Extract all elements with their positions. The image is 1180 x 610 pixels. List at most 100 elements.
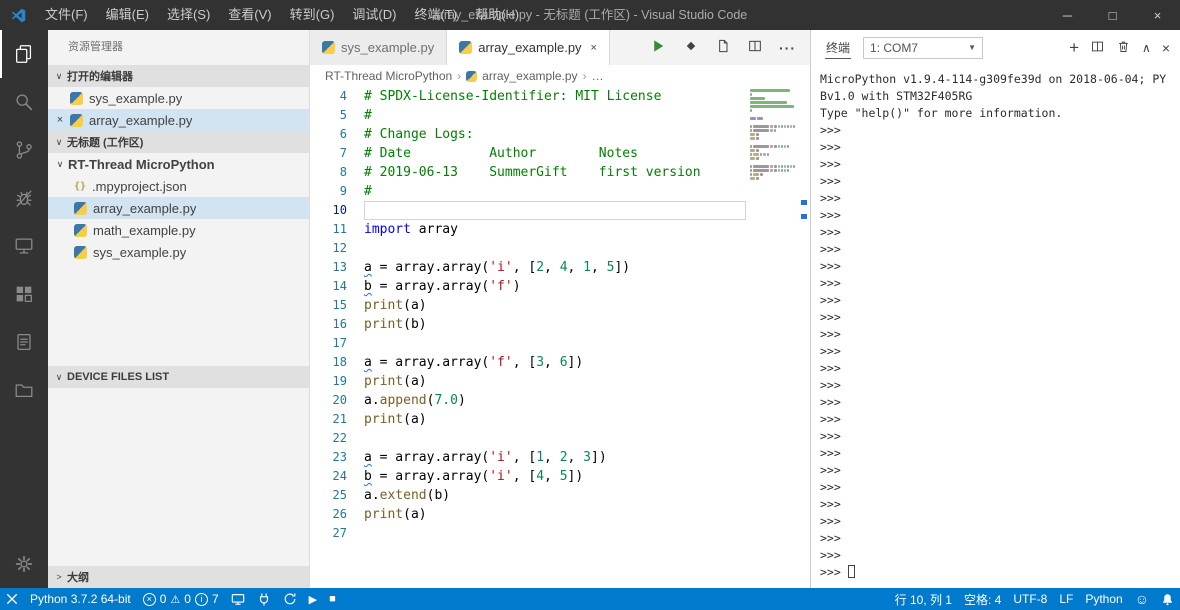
document-icon[interactable] <box>715 38 731 57</box>
code-line[interactable]: 10 <box>310 201 810 220</box>
breadcrumb-file[interactable]: array_example.py <box>482 69 577 83</box>
open-editors-label: 打开的编辑器 <box>67 71 133 83</box>
breadcrumb-more[interactable]: … <box>592 69 604 83</box>
close-button[interactable]: × <box>1135 0 1180 30</box>
plug-icon[interactable] <box>251 588 277 610</box>
close-icon[interactable]: × <box>591 42 597 54</box>
code-line[interactable]: 5 # <box>310 106 810 125</box>
problems-status[interactable]: × 0 ⚠ 0 i 7 <box>137 588 225 610</box>
python-file-icon <box>459 41 473 54</box>
code-line[interactable]: 17 <box>310 334 810 353</box>
indentation[interactable]: 空格: 4 <box>958 588 1007 610</box>
tools-icon[interactable] <box>0 588 24 610</box>
code-line[interactable]: 23 a = array.array('i', [1, 2, 3]) <box>310 448 810 467</box>
device-monitor-icon[interactable] <box>0 222 48 270</box>
eol[interactable]: LF <box>1053 588 1079 610</box>
source-control-icon[interactable] <box>0 126 48 174</box>
device-files-header[interactable]: ∨ DEVICE FILES LIST <box>48 366 309 388</box>
line-number: 13 <box>332 260 347 274</box>
code-line[interactable]: 21 print(a) <box>310 410 810 429</box>
code-line[interactable]: 7 # Date Author Notes <box>310 144 810 163</box>
notifications-bell-icon[interactable] <box>1155 588 1180 610</box>
minimize-button[interactable]: ─ <box>1045 0 1090 30</box>
sync-icon[interactable] <box>277 588 303 610</box>
code-line[interactable]: 26 print(a) <box>310 505 810 524</box>
terminal-picker[interactable]: 1: COM7 ▼ <box>863 36 984 59</box>
run-python-file-button[interactable] <box>649 37 667 58</box>
code-line[interactable]: 4 # SPDX-License-Identifier: MIT License <box>310 87 810 106</box>
close-icon[interactable]: × <box>50 114 70 126</box>
tab-terminal[interactable]: 终端 <box>825 37 852 59</box>
settings-gear-icon[interactable] <box>0 540 48 588</box>
code-line[interactable]: 14 b = array.array('f') <box>310 277 810 296</box>
terminal-output[interactable]: MicroPython v1.9.4-114-g309fe39d on 2018… <box>811 65 1180 588</box>
code-line[interactable]: 25 a.extend(b) <box>310 486 810 505</box>
menu-item[interactable]: 转到(G) <box>281 0 344 30</box>
code-line[interactable]: 9 # <box>310 182 810 201</box>
split-editor-icon[interactable] <box>747 38 763 57</box>
search-icon[interactable] <box>0 78 48 126</box>
code-line[interactable]: 24 b = array.array('i', [4, 5]) <box>310 467 810 486</box>
outline-label: 大纲 <box>67 572 89 584</box>
code-line[interactable]: 11 import array <box>310 220 810 239</box>
diagnostic-mark <box>801 200 807 205</box>
file-name: array_example.py <box>89 112 193 128</box>
open-editors-header[interactable]: ∨ 打开的编辑器 <box>48 65 309 87</box>
terminal-line: >>> <box>820 327 841 341</box>
run-icon[interactable]: ▶ <box>303 588 323 610</box>
code-line[interactable]: 15 print(a) <box>310 296 810 315</box>
open-editor-item[interactable]: sys_example.py <box>48 87 309 109</box>
tree-item[interactable]: array_example.py <box>48 197 309 219</box>
encoding[interactable]: UTF-8 <box>1007 588 1053 610</box>
code-line[interactable]: 27 <box>310 524 810 543</box>
open-editor-item[interactable]: × array_example.py <box>48 109 309 131</box>
tree-item[interactable]: {} .mpyproject.json <box>48 175 309 197</box>
code-line[interactable]: 6 # Change Logs: <box>310 125 810 144</box>
menu-item[interactable]: 查看(V) <box>219 0 280 30</box>
code-editor[interactable]: 4 # SPDX-License-Identifier: MIT License 5… <box>310 87 810 588</box>
tab-array-example[interactable]: array_example.py × <box>447 30 610 65</box>
workspace-header[interactable]: ∨ 无标题 (工作区) <box>48 131 309 153</box>
code-line[interactable]: 13 a = array.array('i', [2, 4, 1, 5]) <box>310 258 810 277</box>
maximize-panel-icon[interactable]: ∧ <box>1142 41 1151 55</box>
activity-bar <box>0 30 48 588</box>
cursor-position[interactable]: 行 10, 列 1 <box>889 588 958 610</box>
language-mode[interactable]: Python <box>1079 588 1128 610</box>
maximize-button[interactable]: □ <box>1090 0 1135 30</box>
minimap[interactable] <box>750 89 796 185</box>
breadcrumb-folder[interactable]: RT-Thread MicroPython <box>325 69 452 83</box>
explorer-icon[interactable] <box>0 30 48 78</box>
terminal-line: >>> <box>820 480 841 494</box>
code-line[interactable]: 8 # 2019-06-13 SummerGift first version <box>310 163 810 182</box>
folder-item[interactable]: ∨ RT-Thread MicroPython <box>48 153 309 175</box>
debug-icon[interactable] <box>0 174 48 222</box>
tab-sys-example[interactable]: sys_example.py <box>310 30 448 65</box>
clipboard-icon[interactable] <box>0 318 48 366</box>
stop-icon[interactable]: ■ <box>323 588 342 610</box>
run-debug-icon[interactable] <box>683 38 699 57</box>
code-line[interactable]: 18 a = array.array('f', [3, 6]) <box>310 353 810 372</box>
tree-item[interactable]: math_example.py <box>48 219 309 241</box>
kill-terminal-trash-icon[interactable] <box>1116 39 1131 57</box>
extensions-icon[interactable] <box>0 270 48 318</box>
more-actions-icon[interactable]: ··· <box>779 40 796 56</box>
board-icon[interactable] <box>225 588 251 610</box>
menu-item[interactable]: 调试(D) <box>343 0 405 30</box>
python-interpreter[interactable]: Python 3.7.2 64-bit <box>24 588 137 610</box>
folder-icon[interactable] <box>0 366 48 414</box>
split-terminal-icon[interactable] <box>1090 39 1105 57</box>
feedback-smiley-icon[interactable]: ☺ <box>1129 588 1155 610</box>
close-panel-icon[interactable]: × <box>1162 40 1170 56</box>
code-line[interactable]: 22 <box>310 429 810 448</box>
menu-item[interactable]: 选择(S) <box>158 0 219 30</box>
new-terminal-button[interactable]: + <box>1069 39 1079 56</box>
code-line[interactable]: 20 a.append(7.0) <box>310 391 810 410</box>
menu-item[interactable]: 编辑(E) <box>97 0 158 30</box>
code-line[interactable]: 16 print(b) <box>310 315 810 334</box>
code-line[interactable]: 19 print(a) <box>310 372 810 391</box>
code-line[interactable]: 12 <box>310 239 810 258</box>
outline-header[interactable]: > 大纲 <box>48 566 309 588</box>
tree-item[interactable]: sys_example.py <box>48 241 309 263</box>
menu-item[interactable]: 文件(F) <box>36 0 97 30</box>
